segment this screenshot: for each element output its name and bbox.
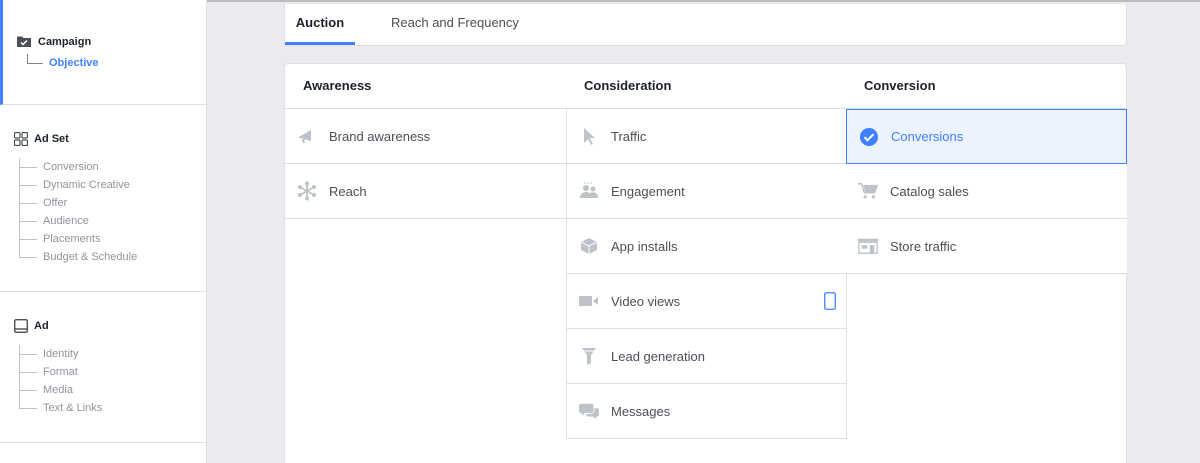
objective-catalog-sales[interactable]: Catalog sales (846, 164, 1127, 219)
sidebar: Campaign Objective Ad Set Conversion Dyn… (0, 0, 207, 463)
objective-label: Store traffic (890, 238, 957, 254)
objective-video-views[interactable]: Video views (566, 274, 847, 329)
cart-icon (858, 181, 878, 201)
column-consideration: Consideration Traffic Engagement App ins… (566, 64, 847, 439)
sidebar-item-conversion[interactable]: Conversion (19, 158, 137, 176)
objective-label: Catalog sales (890, 183, 969, 199)
objective-label: Engagement (611, 183, 685, 199)
column-heading: Conversion (846, 64, 1127, 109)
ad-tree: Identity Format Media Text & Links (19, 345, 102, 417)
objective-engagement[interactable]: Engagement (566, 164, 847, 219)
objective-label: Lead generation (611, 348, 705, 364)
objective-traffic[interactable]: Traffic (566, 109, 847, 164)
sidebar-item-media[interactable]: Media (19, 381, 102, 399)
objective-brand-awareness[interactable]: Brand awareness (285, 109, 566, 164)
folder-icon (17, 36, 31, 47)
tab-reach-and-frequency[interactable]: Reach and Frequency (391, 4, 519, 45)
objective-app-installs[interactable]: App installs (566, 219, 847, 274)
campaign-tree: Objective (27, 54, 99, 72)
chat-bubbles-icon (579, 401, 599, 421)
sidebar-item-offer[interactable]: Offer (19, 194, 137, 212)
sidebar-heading-adset[interactable]: Ad Set (14, 132, 69, 146)
sidebar-heading-label: Campaign (38, 35, 92, 48)
sidebar-item-audience[interactable]: Audience (19, 212, 137, 230)
objective-lead-generation[interactable]: Lead generation (566, 329, 847, 384)
objective-label: Reach (329, 183, 367, 199)
megaphone-icon (297, 126, 317, 146)
storefront-icon (858, 236, 878, 256)
objective-label: Messages (611, 403, 671, 419)
objective-messages[interactable]: Messages (566, 384, 847, 439)
sidebar-section-ad: Ad Identity Format Media Text & Links (0, 292, 206, 443)
objective-label: Traffic (611, 128, 647, 144)
sidebar-heading-label: Ad (34, 320, 49, 332)
column-conversion: Conversion Conversions Catalog sales Sto… (846, 64, 1127, 274)
objective-conversions[interactable]: Conversions (846, 109, 1127, 164)
objective-label: Video views (611, 293, 681, 309)
objective-grid: Awareness Brand awareness Reach Consider… (284, 63, 1127, 463)
objective-reach[interactable]: Reach (285, 164, 566, 219)
column-heading: Awareness (285, 64, 566, 109)
sidebar-item-placements[interactable]: Placements (19, 230, 137, 248)
sidebar-heading-ad[interactable]: Ad (14, 319, 49, 333)
sidebar-item-text-links[interactable]: Text & Links (19, 399, 102, 417)
sidebar-heading-campaign[interactable]: Campaign (16, 35, 91, 48)
tab-auction[interactable]: Auction (285, 4, 355, 45)
cursor-icon (579, 126, 599, 146)
sidebar-item-identity[interactable]: Identity (19, 345, 102, 363)
sidebar-section-campaign: Campaign Objective (0, 0, 206, 105)
sidebar-item-format[interactable]: Format (19, 363, 102, 381)
objective-store-traffic[interactable]: Store traffic (846, 219, 1127, 274)
sidebar-item-dynamic-creative[interactable]: Dynamic Creative (19, 176, 137, 194)
buying-type-tabs: Auction Reach and Frequency (284, 4, 1127, 46)
adset-tree: Conversion Dynamic Creative Offer Audien… (19, 158, 137, 266)
people-icon (579, 181, 599, 201)
grid-icon (14, 132, 28, 146)
objective-label: Brand awareness (329, 128, 431, 144)
box-icon (579, 236, 599, 256)
objective-label: Conversions (891, 129, 964, 144)
reach-asterisk-icon (297, 181, 317, 201)
monitor-icon (14, 319, 28, 333)
objective-label: App installs (611, 238, 678, 254)
mobile-device-icon (824, 292, 836, 313)
funnel-icon (579, 346, 599, 366)
sidebar-heading-label: Ad Set (34, 133, 69, 145)
column-heading: Consideration (566, 64, 847, 109)
video-camera-icon (579, 291, 599, 311)
column-awareness: Awareness Brand awareness Reach (285, 64, 566, 219)
check-circle-icon (859, 127, 879, 147)
sidebar-item-budget-schedule[interactable]: Budget & Schedule (19, 248, 137, 266)
sidebar-item-objective[interactable]: Objective (27, 54, 99, 72)
sidebar-section-adset: Ad Set Conversion Dynamic Creative Offer… (0, 105, 206, 292)
